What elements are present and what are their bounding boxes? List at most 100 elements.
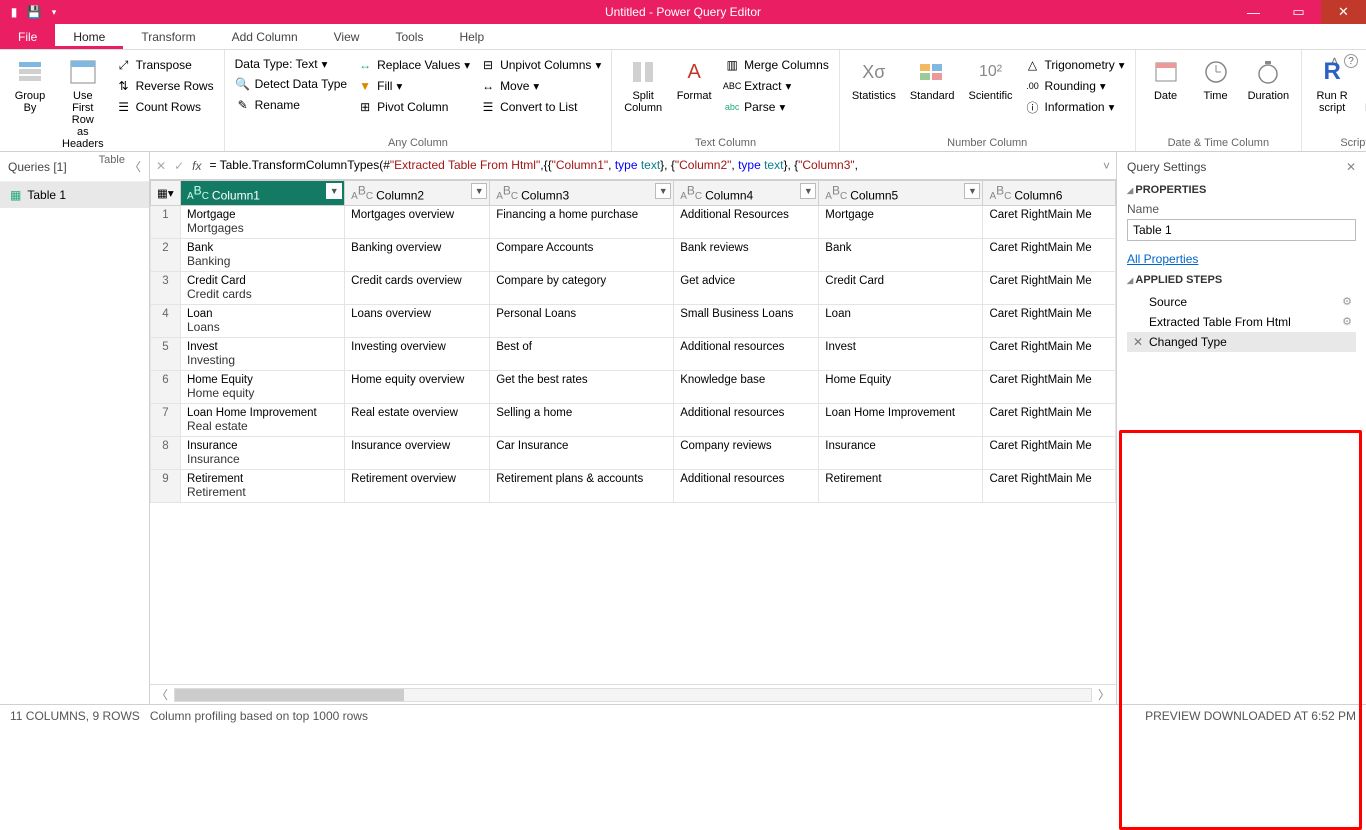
detect-data-type-button[interactable]: 🔍Detect Data Type (233, 75, 350, 93)
col1-filter-icon[interactable]: ▼ (326, 183, 342, 199)
cell[interactable]: Banking overview (345, 239, 490, 272)
maximize-button[interactable]: ▭ (1276, 0, 1321, 24)
cell[interactable]: Compare Accounts (490, 239, 674, 272)
cell[interactable]: Bank reviews (674, 239, 819, 272)
cell[interactable]: Caret RightMain Me (983, 437, 1116, 470)
cell[interactable]: InsuranceInsurance (181, 437, 345, 470)
run-python-button[interactable]: Py Run Pythonscript (1360, 54, 1366, 135)
cell[interactable]: Caret RightMain Me (983, 338, 1116, 371)
tab-file[interactable]: File (0, 24, 55, 49)
col5-filter-icon[interactable]: ▼ (964, 183, 980, 199)
col-header-3[interactable]: ABCColumn3▼ (490, 181, 674, 206)
unpivot-button[interactable]: ⊟Unpivot Columns ▾ (478, 56, 603, 74)
expand-formula-icon[interactable]: ˅ (1103, 159, 1110, 173)
fill-button[interactable]: ▼Fill ▾ (355, 77, 472, 95)
cell[interactable]: Company reviews (674, 437, 819, 470)
standard-button[interactable]: Standard (906, 54, 959, 135)
formula-text[interactable]: = Table.TransformColumnTypes(#"Extracted… (209, 158, 1095, 173)
fx-icon[interactable]: fx (192, 159, 201, 173)
cell[interactable]: Small Business Loans (674, 305, 819, 338)
cell[interactable]: MortgageMortgages (181, 206, 345, 239)
query-name-input[interactable] (1127, 219, 1356, 241)
step-extracted[interactable]: Extracted Table From Html⚙ (1127, 312, 1356, 332)
cell[interactable]: Invest (819, 338, 983, 371)
col2-filter-icon[interactable]: ▼ (471, 183, 487, 199)
cell[interactable]: Home equity overview (345, 371, 490, 404)
cell[interactable]: Caret RightMain Me (983, 371, 1116, 404)
cell[interactable]: Loan Home ImprovementReal estate (181, 404, 345, 437)
col-header-6[interactable]: ABCColumn6 (983, 181, 1116, 206)
cell[interactable]: Home EquityHome equity (181, 371, 345, 404)
cell[interactable]: Bank (819, 239, 983, 272)
cell[interactable]: Investing overview (345, 338, 490, 371)
statistics-button[interactable]: Χσ Statistics (848, 54, 900, 135)
row-number[interactable]: 8 (151, 437, 181, 470)
close-button[interactable]: ✕ (1321, 0, 1366, 24)
cell[interactable]: Selling a home (490, 404, 674, 437)
col4-filter-icon[interactable]: ▼ (800, 183, 816, 199)
cell[interactable]: Insurance (819, 437, 983, 470)
cell[interactable]: Financing a home purchase (490, 206, 674, 239)
gear-icon[interactable]: ⚙ (1342, 315, 1352, 328)
tab-help[interactable]: Help (441, 24, 502, 49)
cell[interactable]: Mortgages overview (345, 206, 490, 239)
col-header-2[interactable]: ABCColumn2▼ (345, 181, 490, 206)
help-icon[interactable]: ? (1344, 54, 1358, 68)
cell[interactable]: Retirement overview (345, 470, 490, 503)
parse-button[interactable]: abcParse ▾ (722, 98, 831, 116)
cell[interactable]: Caret RightMain Me (983, 404, 1116, 437)
group-by-button[interactable]: GroupBy (8, 54, 52, 152)
cell[interactable]: Insurance overview (345, 437, 490, 470)
gear-icon[interactable]: ⚙ (1342, 295, 1352, 308)
cell[interactable]: Best of (490, 338, 674, 371)
applied-steps-section[interactable]: APPLIED STEPS (1127, 274, 1356, 286)
pivot-column-button[interactable]: ⊞Pivot Column (355, 98, 472, 116)
row-number[interactable]: 6 (151, 371, 181, 404)
duration-button[interactable]: Duration (1244, 54, 1294, 135)
rename-button[interactable]: ✎Rename (233, 96, 350, 114)
transpose-button[interactable]: ⤢Transpose (114, 56, 216, 74)
date-button[interactable]: Date (1144, 54, 1188, 135)
cell[interactable]: Get advice (674, 272, 819, 305)
cell[interactable]: Caret RightMain Me (983, 206, 1116, 239)
row-number[interactable]: 4 (151, 305, 181, 338)
horizontal-scrollbar[interactable]: 〈 〉 (150, 684, 1116, 704)
cell[interactable]: Real estate overview (345, 404, 490, 437)
cell[interactable]: Credit Card (819, 272, 983, 305)
query-item-table1[interactable]: ▦Table 1 (0, 182, 149, 208)
cell[interactable]: Additional Resources (674, 206, 819, 239)
cell[interactable]: Caret RightMain Me (983, 305, 1116, 338)
cancel-formula-icon[interactable]: ✕ (156, 159, 166, 173)
collapse-queries-icon[interactable]: 〈 (129, 158, 141, 175)
collapse-ribbon-icon[interactable]: ˄ (1331, 54, 1338, 68)
save-icon[interactable]: 💾 (26, 4, 42, 20)
replace-values-button[interactable]: ↔Replace Values ▾ (355, 56, 472, 74)
step-source[interactable]: Source⚙ (1127, 292, 1356, 312)
col-header-1[interactable]: ABCColumn1▼ (181, 181, 345, 206)
qat-dropdown-icon[interactable]: ▾ (46, 4, 62, 20)
corner-cell[interactable]: ▦▾ (151, 181, 181, 206)
cell[interactable]: Loans overview (345, 305, 490, 338)
cell[interactable]: Loan (819, 305, 983, 338)
time-button[interactable]: Time (1194, 54, 1238, 135)
col-header-5[interactable]: ABCColumn5▼ (819, 181, 983, 206)
tab-view[interactable]: View (316, 24, 378, 49)
cell[interactable]: Get the best rates (490, 371, 674, 404)
properties-section[interactable]: PROPERTIES (1127, 184, 1356, 196)
step-changed-type[interactable]: ✕Changed Type (1127, 332, 1356, 352)
row-number[interactable]: 1 (151, 206, 181, 239)
cell[interactable]: BankBanking (181, 239, 345, 272)
cell[interactable]: Knowledge base (674, 371, 819, 404)
reverse-rows-button[interactable]: ⇅Reverse Rows (114, 77, 216, 95)
cell[interactable]: RetirementRetirement (181, 470, 345, 503)
row-number[interactable]: 2 (151, 239, 181, 272)
col-header-4[interactable]: ABCColumn4▼ (674, 181, 819, 206)
close-settings-icon[interactable]: ✕ (1346, 160, 1356, 174)
scroll-thumb[interactable] (175, 689, 404, 701)
use-first-row-button[interactable]: Use First Rowas Headers (58, 54, 108, 152)
cell[interactable]: Loan Home Improvement (819, 404, 983, 437)
col3-filter-icon[interactable]: ▼ (655, 183, 671, 199)
delete-step-icon[interactable]: ✕ (1133, 335, 1143, 349)
minimize-button[interactable]: — (1231, 0, 1276, 24)
format-button[interactable]: A Format (672, 54, 716, 135)
